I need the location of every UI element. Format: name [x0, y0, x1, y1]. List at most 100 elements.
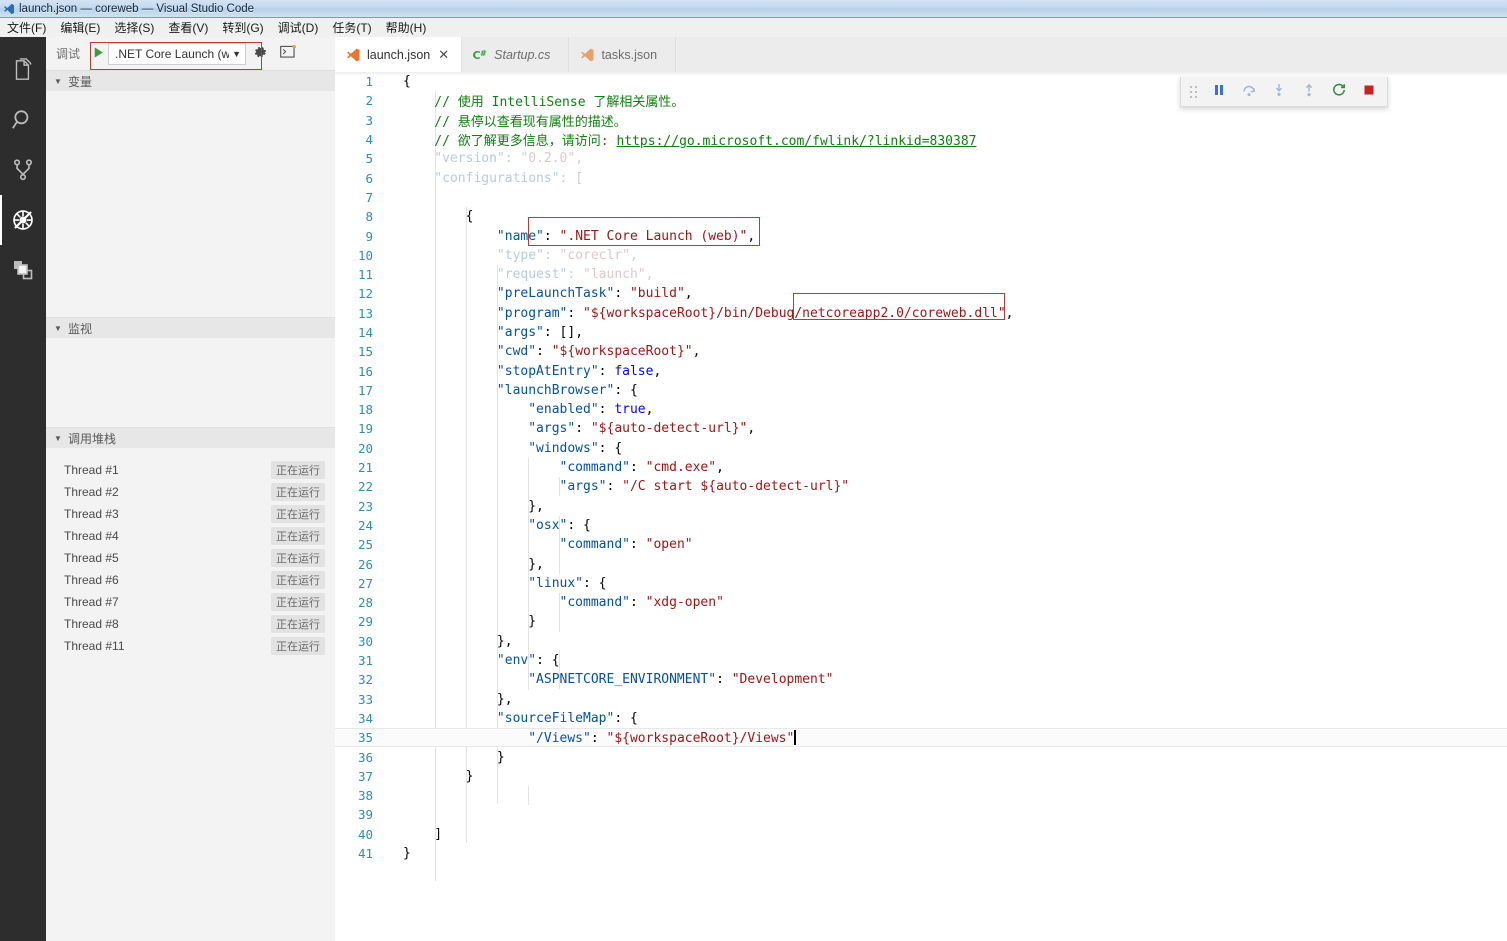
step-into-button[interactable]: [1265, 79, 1293, 104]
activity-item-explorer[interactable]: [0, 45, 46, 95]
code-line: 6 "configurations": [: [335, 168, 1507, 187]
menu-file[interactable]: 文件(F): [0, 18, 53, 38]
section-header-callstack[interactable]: ▼ 调用堆栈: [46, 427, 335, 448]
pause-button[interactable]: [1205, 79, 1233, 104]
code-line: 11 "request": "launch",: [335, 265, 1507, 284]
line-number: 12: [357, 286, 373, 302]
code-line: 5 "version": "0.2.0",: [335, 149, 1507, 168]
menu-selection[interactable]: 选择(S): [107, 18, 161, 38]
line-number: 20: [357, 440, 373, 456]
code-line: 22 "args": "/C start ${auto-detect-url}": [335, 477, 1507, 496]
restart-icon: [1331, 82, 1347, 101]
line-content: },: [403, 556, 544, 572]
menu-help[interactable]: 帮助(H): [379, 18, 434, 38]
line-content: "command": "cmd.exe",: [403, 460, 724, 476]
line-content: "cwd": "${workspaceRoot}",: [403, 344, 701, 360]
code-line: 33 },: [335, 690, 1507, 709]
line-content: "request": "launch",: [403, 267, 654, 283]
menu-go[interactable]: 转到(G): [215, 18, 270, 38]
menu-edit[interactable]: 编辑(E): [53, 18, 107, 38]
open-debug-console-button[interactable]: [274, 42, 302, 66]
table-row[interactable]: Thread #4 正在运行: [46, 525, 335, 547]
table-row[interactable]: Thread #3 正在运行: [46, 503, 335, 525]
debug-actions-toolbar: [1180, 77, 1388, 107]
vscode-window: launch.json — coreweb — Visual Studio Co…: [0, 0, 1507, 941]
status-badge: 正在运行: [271, 637, 325, 655]
code-line-current: 35 "/Views": "${workspaceRoot}/Views": [335, 728, 1507, 748]
menu-view[interactable]: 查看(V): [161, 18, 215, 38]
table-row[interactable]: Thread #2 正在运行: [46, 481, 335, 503]
pause-icon: [1212, 83, 1226, 100]
section-header-watch[interactable]: ▼ 监视: [46, 317, 335, 338]
code-line: 3 // 悬停以查看现有属性的描述。: [335, 111, 1507, 130]
line-number: 25: [357, 537, 373, 553]
activity-item-search[interactable]: [0, 95, 46, 145]
tab-label: tasks.json: [601, 47, 658, 62]
activity-item-source-control[interactable]: [0, 145, 46, 195]
line-number: 35: [357, 730, 373, 746]
status-badge: 正在运行: [271, 461, 325, 479]
line-content: "command": "open": [403, 537, 693, 553]
line-number: 33: [357, 691, 373, 707]
search-icon: [10, 107, 36, 133]
line-number: 5: [365, 151, 373, 167]
step-out-icon: [1301, 82, 1317, 101]
debug-label: 调试: [56, 47, 81, 61]
table-row[interactable]: Thread #1 正在运行: [46, 459, 335, 481]
thread-name: Thread #7: [64, 595, 119, 609]
status-badge: 正在运行: [271, 571, 325, 589]
code-line: 9 "name": ".NET Core Launch (web)",: [335, 226, 1507, 245]
play-icon: [92, 46, 105, 62]
tab-tasks-json[interactable]: tasks.json: [569, 37, 677, 72]
code-line: 27 "linux": {: [335, 574, 1507, 593]
status-badge: 正在运行: [271, 527, 325, 545]
open-launch-settings-button[interactable]: [246, 42, 274, 66]
step-over-icon: [1241, 82, 1257, 101]
table-row[interactable]: Thread #5 正在运行: [46, 547, 335, 569]
line-number: 8: [365, 209, 373, 225]
activity-item-extensions[interactable]: [0, 245, 46, 295]
code-line: 41}: [335, 844, 1507, 863]
line-number: 17: [357, 382, 373, 398]
debug-configuration-select[interactable]: .NET Core Launch (we ▼: [108, 42, 247, 65]
code-line: 29 }: [335, 612, 1507, 631]
line-number: 10: [357, 247, 373, 263]
grip-dots-icon[interactable]: [1185, 79, 1201, 104]
thread-name: Thread #4: [64, 529, 119, 543]
close-icon[interactable]: ✕: [438, 48, 449, 61]
line-number: 24: [357, 517, 373, 533]
line-content: "configurations": [: [403, 170, 584, 186]
step-over-button[interactable]: [1235, 79, 1263, 104]
activity-item-debug[interactable]: [0, 195, 46, 245]
json-vscode-icon: [345, 47, 361, 63]
line-content: }: [403, 846, 411, 862]
table-row[interactable]: Thread #7 正在运行: [46, 591, 335, 613]
table-row[interactable]: Thread #6 正在运行: [46, 569, 335, 591]
start-debugging-button[interactable]: [88, 43, 108, 65]
menu-debug[interactable]: 调试(D): [271, 18, 326, 38]
code-editor[interactable]: 1{ 2 // 使用 IntelliSense 了解相关属性。 3 // 悬停以…: [335, 72, 1507, 941]
line-number: 32: [357, 672, 373, 688]
restart-button[interactable]: [1325, 79, 1353, 104]
line-number: 7: [365, 189, 373, 205]
line-number: 30: [357, 633, 373, 649]
stop-button[interactable]: [1355, 79, 1383, 104]
code-line: 7: [335, 188, 1507, 207]
line-number: 11: [357, 267, 373, 283]
thread-name: Thread #3: [64, 507, 119, 521]
stop-icon: [1362, 83, 1376, 100]
code-line: 14 "args": [],: [335, 323, 1507, 342]
table-row[interactable]: Thread #11 正在运行: [46, 635, 335, 657]
step-out-button[interactable]: [1295, 79, 1323, 104]
line-content: "command": "xdg-open": [403, 595, 724, 611]
table-row[interactable]: Thread #8 正在运行: [46, 613, 335, 635]
tab-startup-cs[interactable]: C # Startup.cs: [462, 37, 570, 72]
line-content: // 悬停以查看现有属性的描述。: [403, 114, 627, 130]
open-debug-console-icon: [280, 44, 297, 62]
activity-bar: [0, 37, 46, 941]
section-header-variables[interactable]: ▼ 变量: [46, 70, 335, 91]
menu-tasks[interactable]: 任务(T): [325, 18, 378, 38]
tab-launch-json[interactable]: launch.json ✕: [335, 37, 463, 72]
doc-link[interactable]: https://go.microsoft.com/fwlink/?linkid=…: [616, 134, 976, 149]
code-line: 23 },: [335, 497, 1507, 516]
